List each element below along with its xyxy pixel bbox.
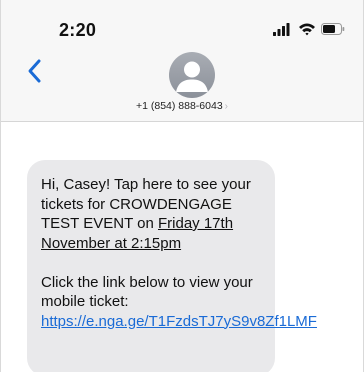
messages-screen: 2:20 +1 (854) 888-6043 › Hi, Casey! Tap … [0, 0, 364, 372]
contact-avatar[interactable] [169, 52, 215, 98]
conversation-header: 2:20 +1 (854) 888-6043 › [1, 0, 363, 122]
status-icons [273, 23, 345, 36]
message-paragraph-2: Click the link below to view your mobile… [41, 273, 317, 332]
contact-name-button[interactable]: +1 (854) 888-6043 › [1, 100, 363, 112]
message-bubble[interactable]: Hi, Casey! Tap here to see your tickets … [27, 160, 317, 372]
back-chevron-icon[interactable] [25, 58, 45, 84]
message-paragraph-1: Hi, Casey! Tap here to see your tickets … [41, 175, 261, 253]
cellular-signal-icon [273, 23, 290, 36]
contact-number: +1 (854) 888-6043 [135, 100, 223, 112]
battery-icon [321, 23, 345, 35]
ticket-link[interactable]: https://e.nga.ge/T1FzdsTJ7yS9v8Zf1LMF [41, 313, 317, 330]
contact-chevron-icon: › [224, 101, 229, 112]
status-time: 2:20 [59, 20, 97, 40]
message-instruction-text: Click the link below to view your mobile… [41, 273, 253, 311]
person-icon [176, 61, 208, 92]
wifi-icon [299, 23, 315, 36]
